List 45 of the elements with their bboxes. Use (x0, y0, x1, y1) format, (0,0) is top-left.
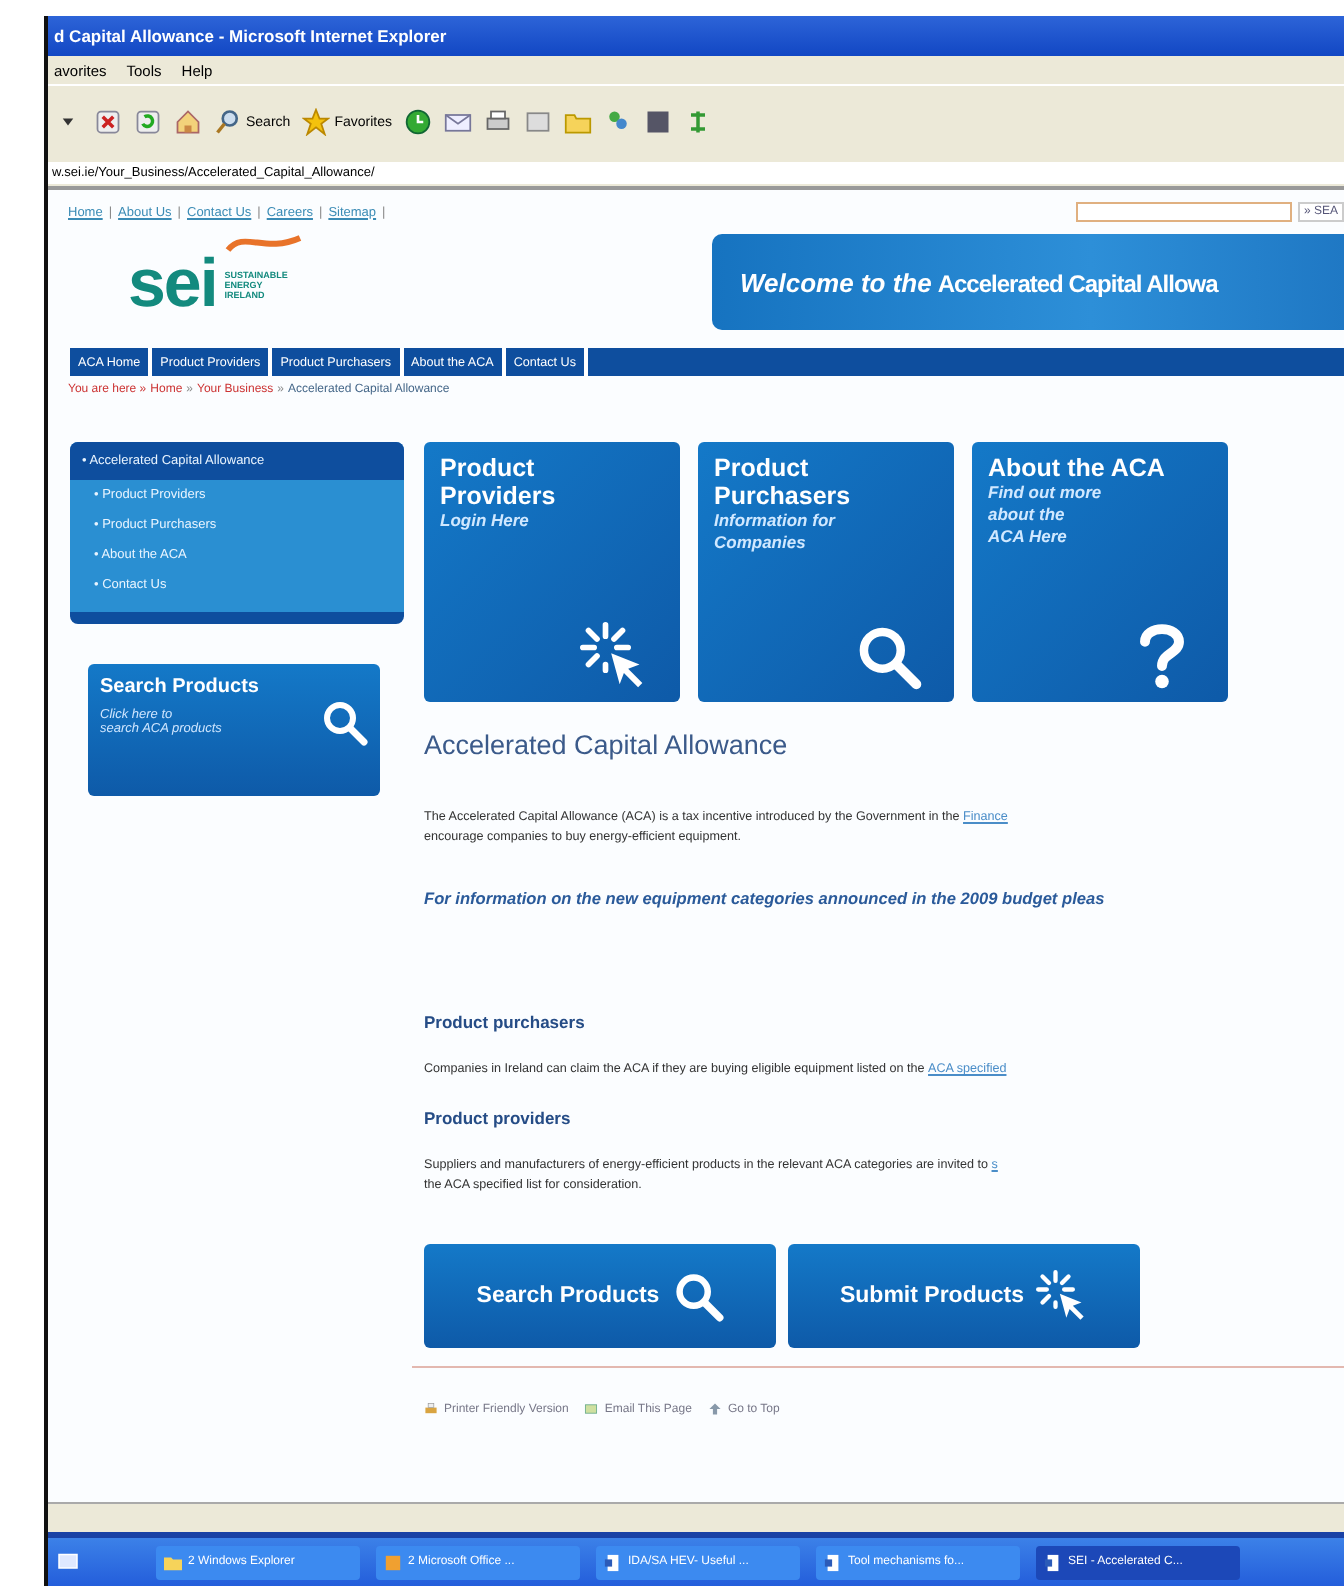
search-icon (671, 1270, 724, 1322)
section-heading: Product purchasers (424, 1012, 587, 1032)
tile-title: Product Providers (440, 454, 558, 510)
promo-tile[interactable]: About the ACA Find out more about the ACA Here (972, 442, 1228, 702)
page-heading: Accelerated Capital Allowance (424, 730, 790, 760)
promo-tile[interactable]: Product Providers Login Here (424, 442, 680, 702)
window-title: d Capital Allowance - Microsoft Internet Explorer (54, 26, 447, 46)
tile-subtitle: Information for Companies (714, 510, 838, 554)
refresh-icon[interactable] (134, 108, 162, 136)
sparkle-cursor-icon (1036, 1270, 1088, 1322)
notice-text: For information on the new equipment categories announced in the 2009 budget pleas (424, 888, 1107, 908)
tile-title: Product Purchasers (714, 454, 853, 510)
home-icon[interactable] (174, 108, 202, 136)
document-icon (1044, 1553, 1062, 1571)
envelope-icon (584, 1402, 599, 1416)
folder-icon (164, 1553, 182, 1571)
tile-subtitle: Find out more about the ACA Here (988, 482, 1104, 548)
document-icon (824, 1553, 842, 1571)
banner-text: Welcome to the (740, 268, 932, 298)
search-icon (320, 698, 368, 746)
tile-subtitle: Login Here (440, 510, 531, 532)
desktop-icon[interactable] (56, 1550, 80, 1574)
magnifier-icon (214, 108, 242, 136)
mail-icon[interactable] (443, 108, 472, 136)
search-icon (854, 622, 922, 690)
section-heading: Product providers (424, 1108, 573, 1128)
printer-icon (424, 1402, 438, 1416)
history-icon[interactable] (403, 108, 432, 136)
panel-title: Search Products (100, 676, 261, 698)
swoosh-icon (224, 234, 304, 254)
folder-icon[interactable] (563, 108, 592, 136)
stop-icon[interactable] (94, 108, 122, 136)
logo-wordmark: sei (128, 254, 217, 314)
tile-title: About the ACA (988, 454, 1167, 482)
sparkle-cursor-icon (580, 622, 648, 690)
promo-tile[interactable]: Product Purchasers Information for Companies (698, 442, 954, 702)
up-arrow-icon (707, 1402, 722, 1416)
product-button[interactable]: Search Products (424, 1244, 776, 1348)
printer-icon[interactable] (483, 108, 512, 136)
banner-title: Accelerated Capital Allowa (937, 270, 1218, 298)
product-button[interactable]: Submit Products (788, 1244, 1140, 1348)
office-icon (384, 1553, 402, 1571)
search-field[interactable] (1075, 202, 1292, 222)
star-icon (302, 108, 331, 136)
document-icon (604, 1553, 622, 1571)
